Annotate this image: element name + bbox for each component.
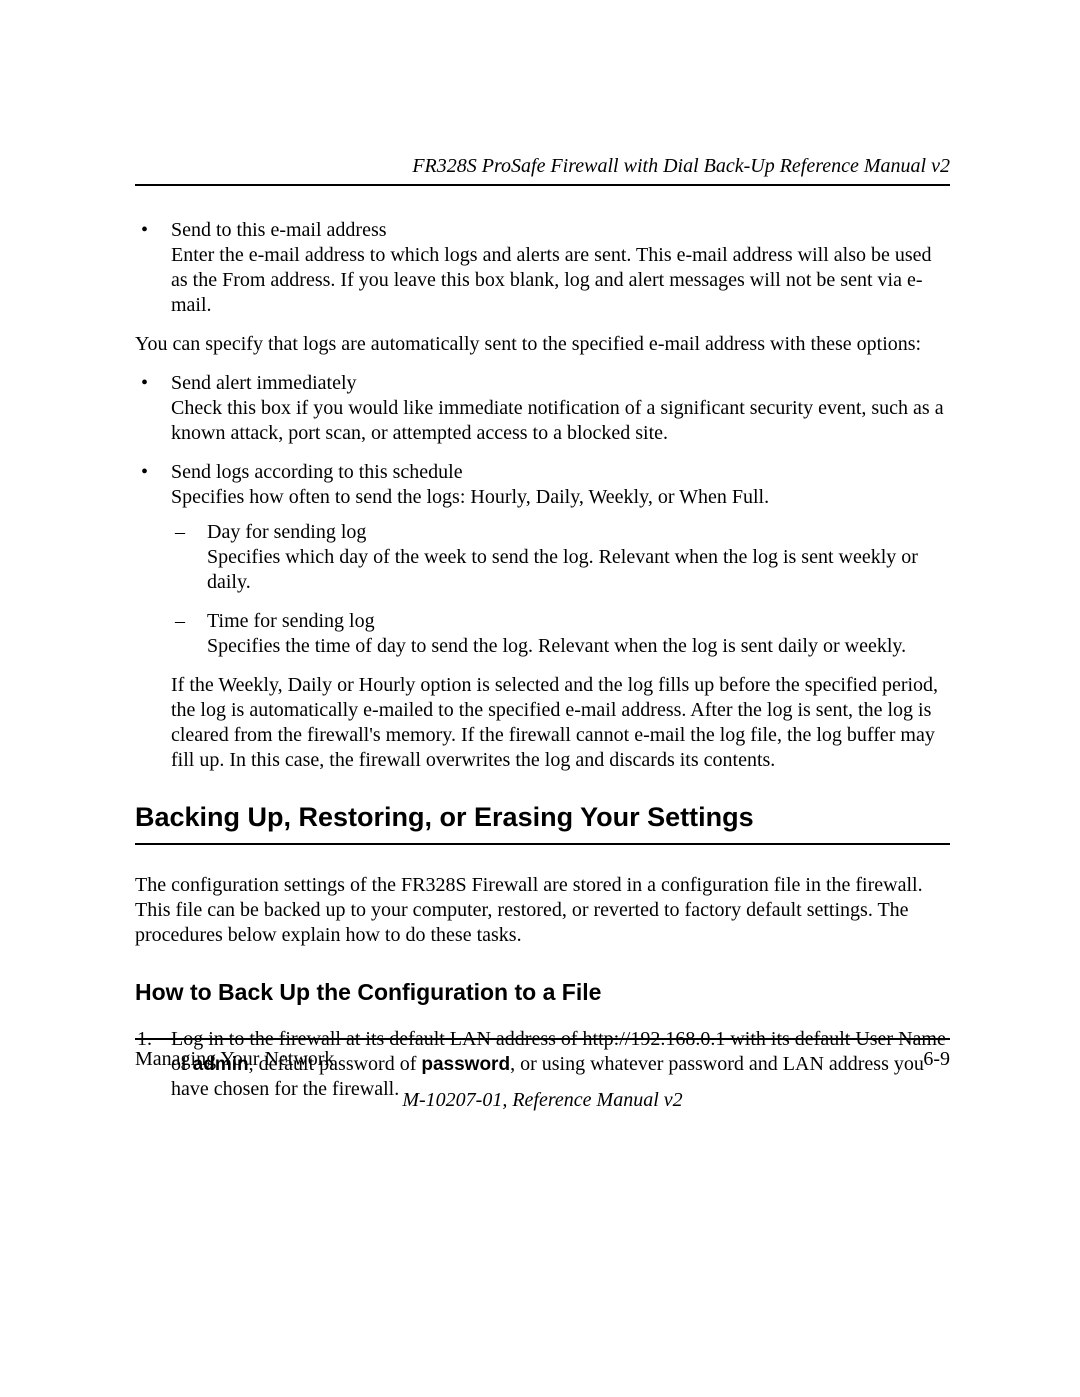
- footer-right: 6-9: [923, 1048, 950, 1071]
- list-item: Day for sending log Specifies which day …: [171, 520, 950, 595]
- sub-desc: Specifies the time of day to send the lo…: [207, 635, 906, 657]
- intro-paragraph: You can specify that logs are automatica…: [135, 332, 950, 357]
- footer-line: Managing Your Network 6-9: [135, 1048, 950, 1071]
- trailing-paragraph: If the Weekly, Daily or Hourly option is…: [171, 673, 950, 773]
- bullet-title: Send alert immediately: [171, 372, 357, 394]
- list-item: Send alert immediately Check this box if…: [135, 371, 950, 446]
- sub-list: Day for sending log Specifies which day …: [171, 520, 950, 659]
- sub-title: Time for sending log: [207, 610, 375, 632]
- section-intro: The configuration settings of the FR328S…: [135, 873, 950, 948]
- document-page: FR328S ProSafe Firewall with Dial Back-U…: [0, 0, 1080, 1397]
- page-footer: Managing Your Network 6-9 M-10207-01, Re…: [135, 1038, 950, 1112]
- bullet-list-options: Send alert immediately Check this box if…: [135, 371, 950, 773]
- section-heading: Backing Up, Restoring, or Erasing Your S…: [135, 801, 950, 845]
- list-item: Send logs according to this schedule Spe…: [135, 460, 950, 773]
- list-item: Time for sending log Specifies the time …: [171, 609, 950, 659]
- body-content: Send to this e-mail address Enter the e-…: [135, 218, 950, 1102]
- footer-left: Managing Your Network: [135, 1048, 334, 1071]
- sub-desc: Specifies which day of the week to send …: [207, 546, 918, 593]
- header-rule: [135, 184, 950, 186]
- footer-center: M-10207-01, Reference Manual v2: [135, 1089, 950, 1112]
- running-header: FR328S ProSafe Firewall with Dial Back-U…: [135, 155, 950, 178]
- list-item: Send to this e-mail address Enter the e-…: [135, 218, 950, 318]
- bullet-title: Send logs according to this schedule: [171, 461, 463, 483]
- sub-title: Day for sending log: [207, 521, 366, 543]
- subsection-heading: How to Back Up the Configuration to a Fi…: [135, 978, 950, 1007]
- bullet-list-top: Send to this e-mail address Enter the e-…: [135, 218, 950, 318]
- bullet-title: Send to this e-mail address: [171, 219, 387, 241]
- bullet-desc: Check this box if you would like immedia…: [171, 397, 944, 444]
- footer-rule: [135, 1038, 950, 1040]
- bullet-desc: Enter the e-mail address to which logs a…: [171, 244, 932, 316]
- bullet-desc: Specifies how often to send the logs: Ho…: [171, 486, 769, 508]
